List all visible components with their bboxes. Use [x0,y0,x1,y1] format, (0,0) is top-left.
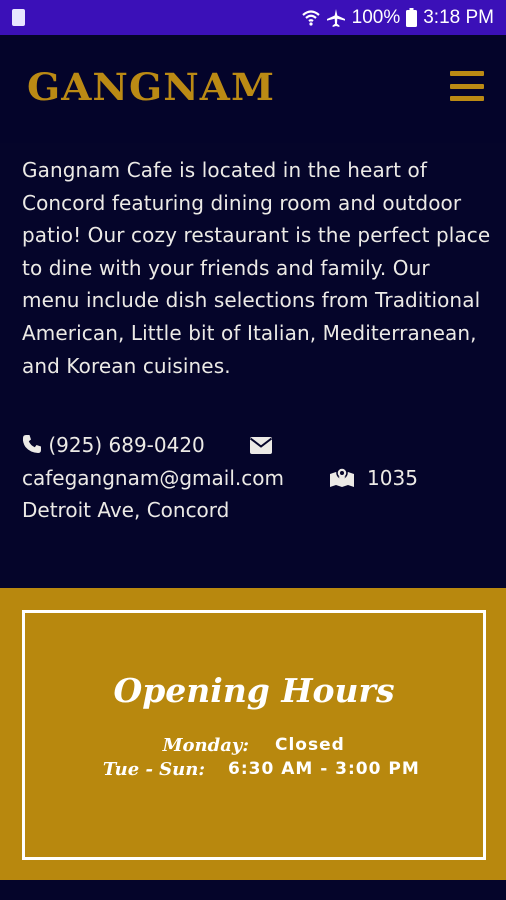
hours-time: 6:30 AM - 3:00 PM [228,759,420,779]
menu-bar [450,96,484,101]
airplane-mode-icon [326,8,345,27]
phone-icon [22,435,41,453]
hours-day: Tue - Sun: [102,759,205,780]
hours-row: Tue - Sun: 6:30 AM - 3:00 PM [25,759,483,783]
about-text: Gangnam Cafe is located in the heart of … [22,158,491,378]
menu-bar [450,71,484,76]
battery-percent: 100% [351,6,401,28]
status-time: 3:18 PM [423,6,494,28]
status-bar: 100% 3:18 PM [0,0,506,35]
envelope-icon [249,437,272,454]
hours-day: Monday: [162,735,249,756]
site-header: GANGNAM [0,35,506,143]
battery-icon [406,8,418,27]
map-marker-icon [329,466,354,487]
about-section: Gangnam Cafe is located in the heart of … [0,143,506,588]
footer-bar [0,880,506,900]
email-link[interactable]: cafegangnam@gmail.com [22,466,284,490]
opening-hours-section: Opening Hours Monday: Closed Tue - Sun: … [0,588,506,880]
hours-time: Closed [275,735,345,755]
hamburger-menu-icon[interactable] [450,71,484,101]
status-indicators: 100% 3:18 PM [301,0,494,35]
notification-icon [12,9,25,26]
wifi-icon [301,9,320,26]
phone-link[interactable]: (925) 689-0420 [48,433,204,457]
site-logo[interactable]: GANGNAM [27,65,275,109]
contact-info: (925) 689-0420 cafegangnam@gmail.com 103… [22,429,492,527]
opening-hours-box: Opening Hours Monday: Closed Tue - Sun: … [22,610,486,860]
menu-bar [450,83,484,89]
opening-hours-title: Opening Hours [113,671,395,710]
address-street[interactable]: Detroit Ave, Concord [22,498,229,522]
address-street-number[interactable]: 1035 [367,466,418,490]
hours-row: Monday: Closed [25,735,483,759]
